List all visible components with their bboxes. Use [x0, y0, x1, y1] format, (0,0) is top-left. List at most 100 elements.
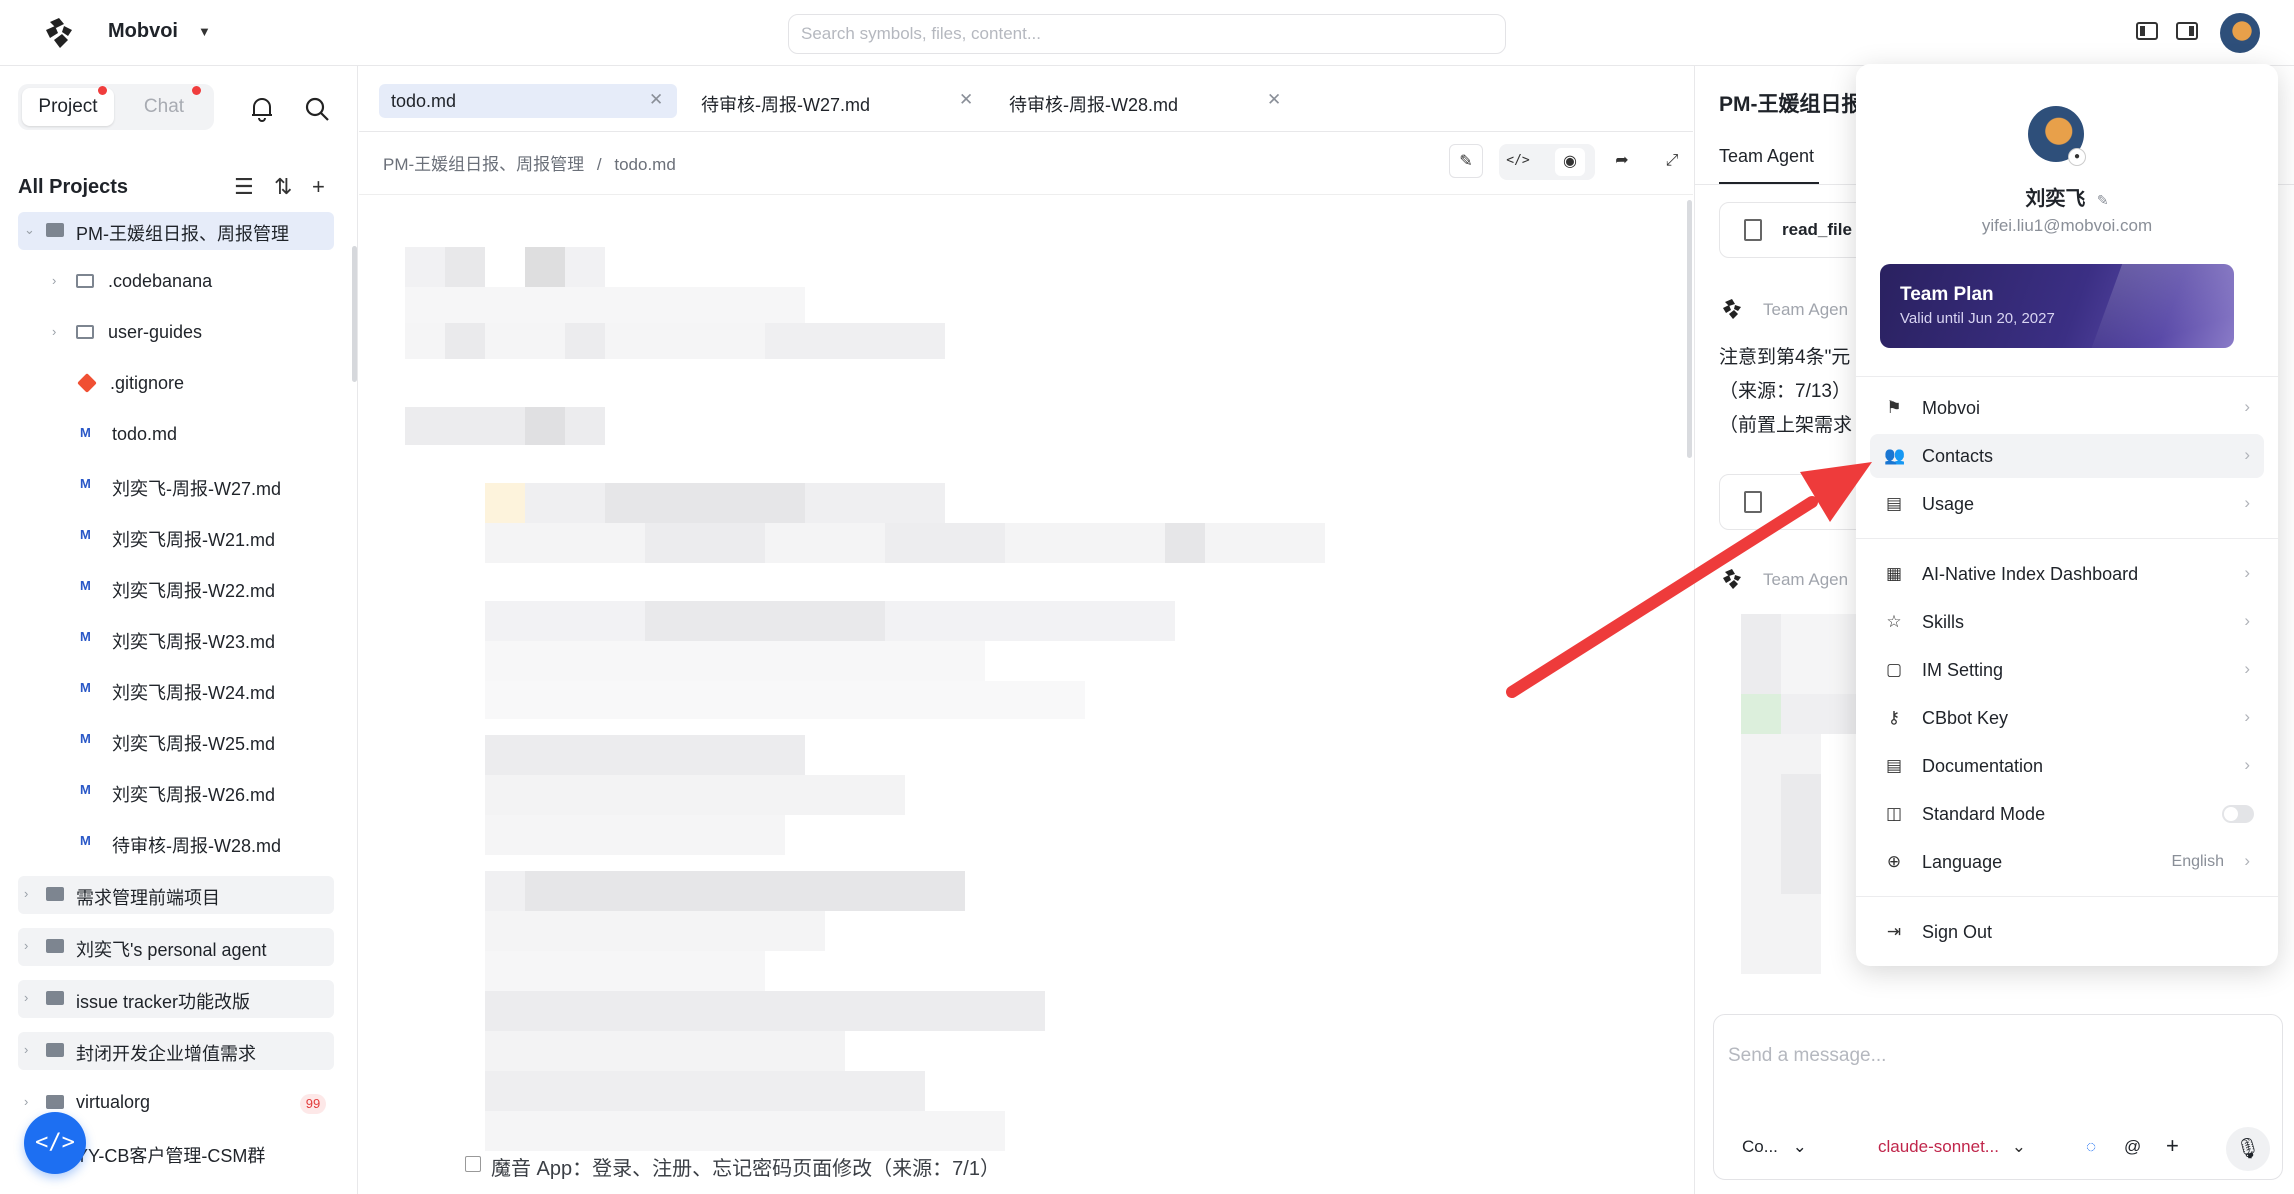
- tree-row[interactable]: M 刘奕飞周报-W21.md: [0, 518, 358, 556]
- tab-label: todo.md: [391, 91, 457, 111]
- tree-row[interactable]: M 刘奕飞周报-W26.md: [0, 773, 358, 811]
- tree-row[interactable]: › user-guides: [0, 314, 358, 352]
- model-label: claude-sonnet...: [1878, 1137, 1999, 1156]
- tree-label: user-guides: [108, 322, 203, 342]
- tab-w27[interactable]: 待审核-周报-W27.md ✕: [689, 84, 987, 118]
- chevron-right-icon[interactable]: ›: [52, 324, 56, 339]
- tree-row[interactable]: ⌄ PM-王媛组日报、周报管理: [0, 212, 358, 250]
- model-selector[interactable]: claude-sonnet... ⌄: [1878, 1137, 2026, 1157]
- code-view-icon[interactable]: </>: [1501, 144, 1535, 178]
- tree-row[interactable]: .gitignore: [0, 365, 358, 403]
- globe-icon: ⊕: [1886, 852, 1902, 871]
- tree-row[interactable]: M 刘奕飞周报-W23.md: [0, 620, 358, 658]
- add-attachment-icon[interactable]: +: [2166, 1133, 2179, 1159]
- chevron-right-icon[interactable]: ›: [24, 990, 28, 1005]
- menu-item-sign-out[interactable]: ⇥ Sign Out: [1870, 910, 2264, 954]
- tab-w28[interactable]: 待审核-周报-W28.md ✕: [997, 84, 1295, 118]
- menu-item-im-setting[interactable]: ▢ IM Setting ›: [1870, 648, 2264, 692]
- breadcrumb-project[interactable]: PM-王媛组日报、周报管理: [383, 155, 584, 174]
- chat-notification-dot: [192, 86, 201, 95]
- toggle-right-panel-icon[interactable]: [2176, 22, 2198, 40]
- edit-icon[interactable]: ✎: [1449, 144, 1483, 178]
- markdown-icon: M: [80, 425, 91, 440]
- project-row[interactable]: › issue tracker功能改版: [0, 980, 358, 1018]
- all-projects-heading: All Projects: [18, 176, 129, 198]
- menu-item-language[interactable]: ⊕ Language English ›: [1870, 840, 2264, 884]
- agent-mode-selector[interactable]: Co... ⌄: [1742, 1137, 1807, 1157]
- task-checkbox[interactable]: [465, 1156, 481, 1172]
- chat-bubble-icon: ▢: [1885, 660, 1903, 679]
- bell-icon[interactable]: [250, 96, 274, 122]
- menu-item-mobvoi[interactable]: ⚑ Mobvoi ›: [1870, 386, 2264, 430]
- chevron-right-icon[interactable]: ›: [52, 273, 56, 288]
- tree-row[interactable]: › .codebanana: [0, 263, 358, 301]
- sidebar-scrollbar[interactable]: [352, 246, 357, 382]
- search-input[interactable]: [789, 15, 1505, 53]
- menu-item-skills[interactable]: ☆ Skills ›: [1870, 600, 2264, 644]
- tab-label: 待审核-周报-W27.md: [701, 95, 871, 115]
- tree-row[interactable]: M todo.md: [0, 416, 358, 454]
- key-icon: ⚷: [1887, 708, 1901, 727]
- menu-item-standard-mode[interactable]: ◫ Standard Mode: [1870, 792, 2264, 836]
- menu-item-label: Contacts: [1922, 446, 1994, 466]
- user-menu: ● 刘奕飞 ✎ yifei.liu1@mobvoi.com Team Plan …: [1856, 64, 2278, 966]
- tree-row[interactable]: M 待审核-周报-W28.md: [0, 824, 358, 862]
- tree-label: todo.md: [112, 424, 178, 444]
- menu-item-dashboard[interactable]: ▦ AI-Native Index Dashboard ›: [1870, 552, 2264, 596]
- toggle-left-panel-icon[interactable]: [2136, 22, 2158, 40]
- mobvoi-logo-icon[interactable]: [42, 16, 76, 50]
- sort-icon[interactable]: ⇅: [274, 174, 292, 200]
- global-search[interactable]: [788, 14, 1506, 54]
- chevron-right-icon[interactable]: ›: [24, 1094, 28, 1109]
- tree-row[interactable]: M 刘奕飞周报-W25.md: [0, 722, 358, 760]
- contacts-icon: 👥: [1884, 446, 1906, 465]
- edit-name-icon[interactable]: ✎: [2097, 192, 2109, 208]
- mention-icon[interactable]: @: [2124, 1137, 2141, 1157]
- chevron-right-icon[interactable]: ›: [24, 938, 28, 953]
- tab-todo[interactable]: todo.md ✕: [379, 84, 677, 118]
- chevron-right-icon[interactable]: ›: [24, 886, 28, 901]
- menu-item-contacts[interactable]: 👥 Contacts ›: [1870, 434, 2264, 478]
- project-row[interactable]: › 封闭开发企业增值需求: [0, 1032, 358, 1070]
- chevron-down-icon[interactable]: ⌄: [24, 222, 35, 238]
- tab-team-agent[interactable]: Team Agent: [1719, 146, 1814, 167]
- breadcrumb-file[interactable]: todo.md: [614, 155, 675, 174]
- tree-label: .gitignore: [110, 373, 185, 393]
- code-fab-button[interactable]: </>: [24, 1112, 86, 1174]
- menu-item-cbbot-key[interactable]: ⚷ CBbot Key ›: [1870, 696, 2264, 740]
- tree-row[interactable]: M 刘奕飞周报-W22.md: [0, 569, 358, 607]
- plan-card[interactable]: Team Plan Valid until Jun 20, 2027: [1880, 264, 2234, 348]
- standard-mode-toggle[interactable]: [2222, 805, 2254, 823]
- workspace-caret-icon[interactable]: ▼: [198, 24, 211, 39]
- tree-label: PM-王媛组日报、周报管理: [76, 224, 289, 244]
- list-view-icon[interactable]: ☰: [234, 174, 254, 200]
- search-icon[interactable]: [304, 96, 330, 122]
- message-composer[interactable]: Send a message... Co... ⌄ claude-sonnet.…: [1713, 1014, 2283, 1180]
- add-project-icon[interactable]: +: [312, 174, 325, 200]
- expand-icon[interactable]: ⤢: [1655, 144, 1689, 178]
- close-icon[interactable]: ✕: [1267, 90, 1281, 110]
- document-icon: ▤: [1885, 756, 1903, 775]
- user-avatar[interactable]: [2220, 13, 2260, 53]
- tree-row[interactable]: M 刘奕飞周报-W24.md: [0, 671, 358, 709]
- usage-icon: ▤: [1885, 494, 1903, 513]
- menu-item-documentation[interactable]: ▤ Documentation ›: [1870, 744, 2264, 788]
- agent-icon: [46, 939, 64, 953]
- project-row[interactable]: › 刘奕飞's personal agent: [0, 928, 358, 966]
- markdown-content[interactable]: [359, 194, 1693, 1194]
- workspace-name[interactable]: Mobvoi: [108, 20, 178, 43]
- microphone-icon[interactable]: 🎙: [2226, 1127, 2270, 1171]
- tree-row[interactable]: M 刘奕飞-周报-W27.md: [0, 467, 358, 505]
- message-line: （来源：7/13）: [1719, 381, 1851, 402]
- preview-eye-icon[interactable]: ◉: [1555, 148, 1585, 176]
- chevron-right-icon[interactable]: ›: [24, 1042, 28, 1057]
- share-icon[interactable]: ➦: [1605, 144, 1639, 178]
- close-icon[interactable]: ✕: [959, 90, 973, 110]
- file-icon: [1744, 491, 1762, 513]
- close-icon[interactable]: ✕: [649, 90, 663, 110]
- project-row[interactable]: › 需求管理前端项目: [0, 876, 358, 914]
- camera-icon[interactable]: ●: [2068, 148, 2086, 166]
- tab-label: 待审核-周报-W28.md: [1009, 95, 1179, 115]
- editor-scrollbar[interactable]: [1687, 200, 1692, 458]
- menu-item-usage[interactable]: ▤ Usage ›: [1870, 482, 2264, 526]
